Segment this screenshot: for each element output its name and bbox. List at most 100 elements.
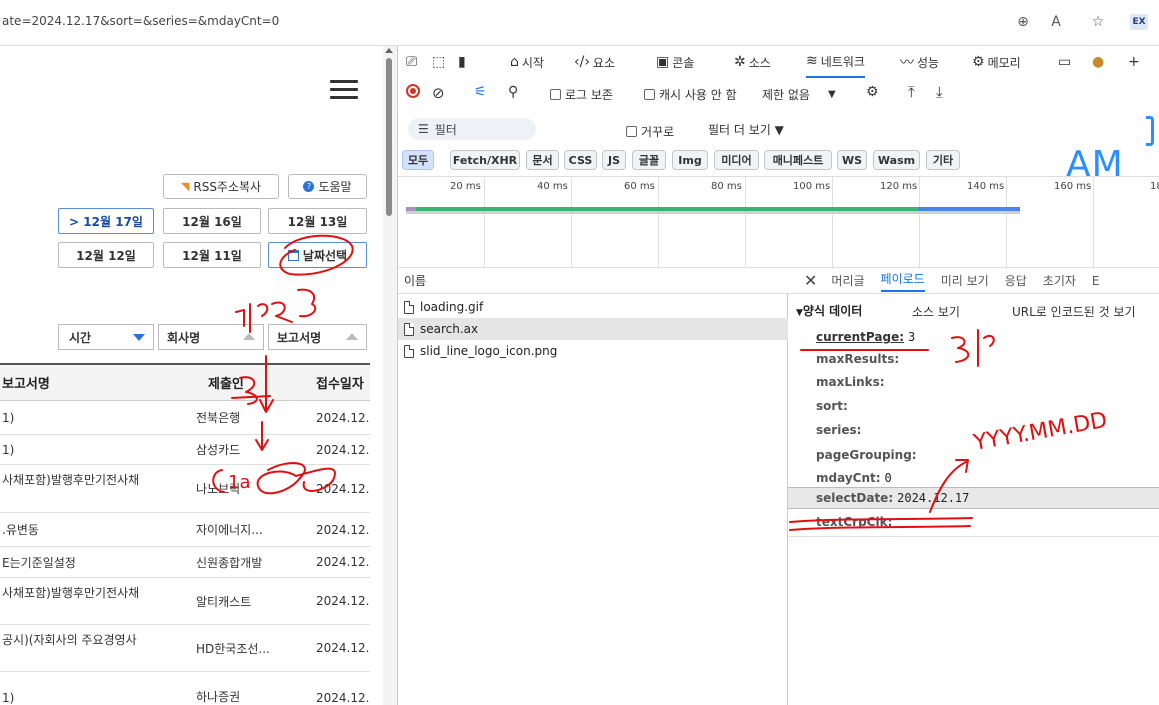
tab-network[interactable]: ≋ 네트워크: [806, 46, 865, 78]
sort-time-select[interactable]: 시간: [58, 324, 154, 350]
sort-report-select[interactable]: 보고서명: [268, 324, 367, 350]
table-row[interactable]: 1) 전북은행 2024.12.: [0, 401, 370, 435]
type-filter-doc[interactable]: 문서: [526, 150, 559, 170]
tab-memory[interactable]: ⚙ 메모리: [972, 46, 1021, 78]
filter-toggle-icon[interactable]: ⚟: [474, 84, 487, 100]
cell-submitter[interactable]: 삼성카드: [190, 441, 298, 458]
type-filter-font[interactable]: 글꼴: [632, 150, 666, 170]
type-filter-manifest[interactable]: 매니페스트: [764, 150, 832, 170]
inspect-icon[interactable]: ⬚: [432, 46, 445, 78]
tab-payload[interactable]: 페이로드: [880, 270, 925, 292]
date-button-1211[interactable]: 12월 11일: [163, 242, 261, 268]
type-filter-img[interactable]: Img: [672, 150, 708, 170]
upload-icon[interactable]: ⤒: [908, 83, 915, 101]
add-tool-icon[interactable]: +: [1128, 46, 1140, 78]
tab-console[interactable]: ▣ 콘솔: [656, 46, 694, 78]
form-field[interactable]: maxResults:: [816, 352, 899, 366]
sort-company-select[interactable]: 회사명: [158, 324, 264, 350]
application-tab-icon[interactable]: ▭: [1058, 46, 1071, 78]
more-filters-button[interactable]: 필터 더 보기 ▼: [708, 121, 784, 138]
form-field[interactable]: sort:: [816, 399, 848, 413]
cell-submitter[interactable]: 신원종합개발: [190, 554, 298, 571]
type-filter-ws[interactable]: WS: [837, 150, 867, 170]
clear-icon[interactable]: ⊘: [432, 84, 445, 102]
request-row[interactable]: slid_line_logo_icon.png: [398, 340, 788, 362]
form-field[interactable]: series:: [816, 423, 861, 437]
extension-icon[interactable]: EX: [1130, 14, 1148, 30]
record-icon[interactable]: [406, 84, 420, 98]
tab-headers[interactable]: 머리글: [831, 272, 864, 289]
tab-welcome[interactable]: ⌂ 시작: [510, 46, 544, 78]
date-picker-button[interactable]: 날짜선택: [268, 242, 367, 268]
tab-elements[interactable]: ‹/› 요소: [574, 46, 615, 78]
cell-submitter[interactable]: 하나증권: [190, 688, 298, 705]
date-button-1217[interactable]: > 12월 17일: [58, 208, 154, 234]
form-field[interactable]: maxLinks:: [816, 375, 885, 389]
cell-submitter[interactable]: 나노브릭: [190, 480, 298, 497]
invert-checkbox[interactable]: 거꾸로: [626, 123, 674, 140]
form-field[interactable]: currentPage: 3: [816, 330, 915, 344]
type-filter-css[interactable]: CSS: [564, 150, 597, 170]
read-aloud-icon[interactable]: A: [1046, 12, 1066, 32]
form-field[interactable]: selectDate: 2024.12.17: [816, 491, 969, 505]
table-row[interactable]: 사채포함)발행후만기전사채 나노브릭 2024.12.: [0, 465, 370, 513]
table-row[interactable]: .유변동 자이에너지... 2024.12.: [0, 513, 370, 547]
view-url-encoded-link[interactable]: URL로 인코드된 것 보기: [1012, 303, 1136, 320]
cell-submitter[interactable]: HD한국조선...: [190, 640, 298, 657]
cell-report[interactable]: 1): [0, 691, 190, 705]
table-row[interactable]: 1) 삼성카드 2024.12.: [0, 435, 370, 465]
table-row[interactable]: 사채포함)발행후만기전사채 알티캐스트 2024.12.: [0, 578, 370, 625]
form-field[interactable]: textCrpCik:: [816, 515, 892, 529]
disable-cache-checkbox[interactable]: 캐시 사용 안 함: [644, 86, 737, 103]
table-row[interactable]: 공시)(자회사의 주요경영사 HD한국조선... 2024.12.: [0, 625, 370, 672]
cell-report[interactable]: 사채포함)발행후만기전사채: [0, 578, 190, 601]
download-icon[interactable]: ⤓: [936, 83, 943, 101]
type-filter-wasm[interactable]: Wasm: [873, 150, 920, 170]
form-data-section[interactable]: ▼양식 데이터: [796, 302, 862, 319]
network-conditions-icon[interactable]: ⚙: [866, 84, 879, 100]
date-button-1216[interactable]: 12월 16일: [163, 208, 261, 234]
type-filter-media[interactable]: 미디어: [714, 150, 759, 170]
tab-response[interactable]: 응답: [1005, 272, 1027, 289]
tab-sources[interactable]: ✲ 소스: [734, 46, 771, 78]
cell-report[interactable]: .유변동: [0, 521, 190, 538]
scroll-up-icon[interactable]: [385, 48, 393, 53]
cell-report[interactable]: 1): [0, 411, 190, 425]
help-button[interactable]: ? 도움말: [288, 174, 367, 199]
type-filter-fetch[interactable]: Fetch/XHR: [450, 150, 520, 170]
rss-copy-button[interactable]: ◥ RSS주소복사: [163, 174, 279, 199]
tab-performance[interactable]: 〰 성능: [900, 46, 939, 78]
tab-preview[interactable]: 미리 보기: [941, 272, 989, 289]
dock-icon[interactable]: ▮: [458, 46, 466, 78]
scrollbar-thumb[interactable]: [386, 58, 392, 216]
request-row[interactable]: search.ax: [398, 318, 788, 340]
name-column-header[interactable]: 이름: [398, 268, 788, 294]
request-row[interactable]: loading.gif: [398, 296, 788, 318]
tab-more[interactable]: E: [1092, 274, 1100, 288]
search-icon[interactable]: ⚲: [508, 84, 518, 100]
date-button-1212[interactable]: 12월 12일: [58, 242, 154, 268]
view-source-link[interactable]: 소스 보기: [912, 303, 960, 320]
favorite-icon[interactable]: ☆: [1088, 12, 1108, 32]
network-timeline[interactable]: 20 ms 40 ms 60 ms 80 ms 100 ms 120 ms 14…: [398, 176, 1159, 269]
type-filter-all[interactable]: 모두: [402, 150, 434, 170]
cell-report[interactable]: 1): [0, 443, 190, 457]
form-field[interactable]: pageGrouping:: [816, 448, 917, 462]
type-filter-other[interactable]: 기타: [926, 150, 960, 170]
device-toolbar-icon[interactable]: ⎚: [406, 46, 417, 78]
filter-input[interactable]: ☰ 필터: [408, 118, 536, 140]
type-filter-js[interactable]: JS: [602, 150, 626, 170]
throttle-select[interactable]: 제한 없음 ▼: [762, 86, 836, 103]
zoom-icon[interactable]: ⊕: [1013, 12, 1033, 32]
date-button-1213[interactable]: 12월 13일: [268, 208, 367, 234]
table-row[interactable]: E는기준일설정 신원종합개발 2024.12.: [0, 547, 370, 578]
cell-report[interactable]: 공시)(자회사의 주요경영사: [0, 625, 190, 648]
url-text[interactable]: ate=2024.12.17&sort=&series=&mdayCnt=0: [2, 14, 279, 28]
cell-report[interactable]: 사채포함)발행후만기전사채: [0, 465, 190, 488]
cell-submitter[interactable]: 알티캐스트: [190, 593, 298, 610]
menu-icon[interactable]: [330, 80, 358, 99]
cookie-icon[interactable]: ●: [1092, 46, 1104, 78]
tab-initiator[interactable]: 초기자: [1043, 272, 1076, 289]
close-icon[interactable]: ✕: [804, 271, 817, 290]
table-row[interactable]: 1) 하나증권 2024.12.: [0, 672, 370, 705]
